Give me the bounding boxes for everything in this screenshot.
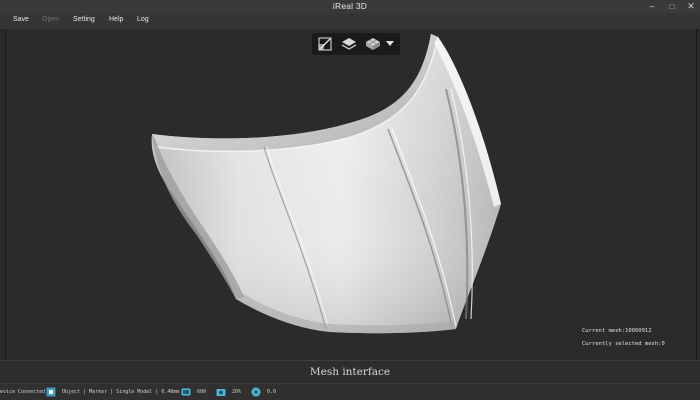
layer-stack-icon: [341, 38, 357, 50]
mesh-view-button[interactable]: [363, 35, 383, 53]
mesh-interface-caption: Mesh interface: [0, 360, 700, 384]
edit-mesh-button[interactable]: [315, 35, 335, 53]
menu-setting[interactable]: Setting: [73, 16, 95, 23]
camera-icon: [216, 389, 226, 396]
mesh-viewport[interactable]: Current mesh:10060912 Currently selected…: [5, 29, 697, 360]
title-bar: iReal 3D – □ ✕: [0, 0, 700, 13]
status-value-1: 600: [197, 389, 207, 395]
mesh-grid-icon: [366, 38, 380, 50]
object-mode-icon: [46, 387, 56, 397]
status-bar: evice Connected Object | Marker | Single…: [0, 383, 700, 400]
settings-gear-icon: [251, 387, 261, 397]
scan-mode-info: Object | Marker | Single Model | 0.40mm: [62, 389, 180, 395]
layer-view-button[interactable]: [339, 35, 359, 53]
status-value-3: 0.0: [267, 389, 277, 395]
close-button[interactable]: ✕: [682, 0, 700, 13]
selected-mesh-count: Currently selected mesh:0: [582, 341, 665, 347]
app-window: iReal 3D – □ ✕ Save Open Setting Help Lo…: [0, 0, 700, 400]
minimize-button[interactable]: –: [643, 0, 661, 13]
dropdown-arrow-icon: [386, 41, 394, 46]
menu-log[interactable]: Log: [137, 16, 149, 23]
maximize-button[interactable]: □: [663, 0, 681, 13]
menu-help[interactable]: Help: [109, 16, 123, 23]
menu-open[interactable]: Open: [42, 16, 59, 23]
current-mesh-count: Current mesh:10060912: [582, 328, 652, 334]
connection-status: evice Connected: [0, 389, 46, 395]
window-title: iReal 3D: [332, 1, 368, 11]
menu-save[interactable]: Save: [13, 16, 29, 23]
view-toolbar: [312, 33, 400, 55]
view-dropdown-button[interactable]: [384, 35, 396, 53]
status-value-2: 20%: [232, 389, 242, 395]
edit-mesh-icon: [318, 37, 332, 51]
memory-icon: [181, 388, 191, 396]
menu-bar: Save Open Setting Help Log: [0, 13, 700, 29]
car-hood-mesh[interactable]: [6, 29, 696, 360]
